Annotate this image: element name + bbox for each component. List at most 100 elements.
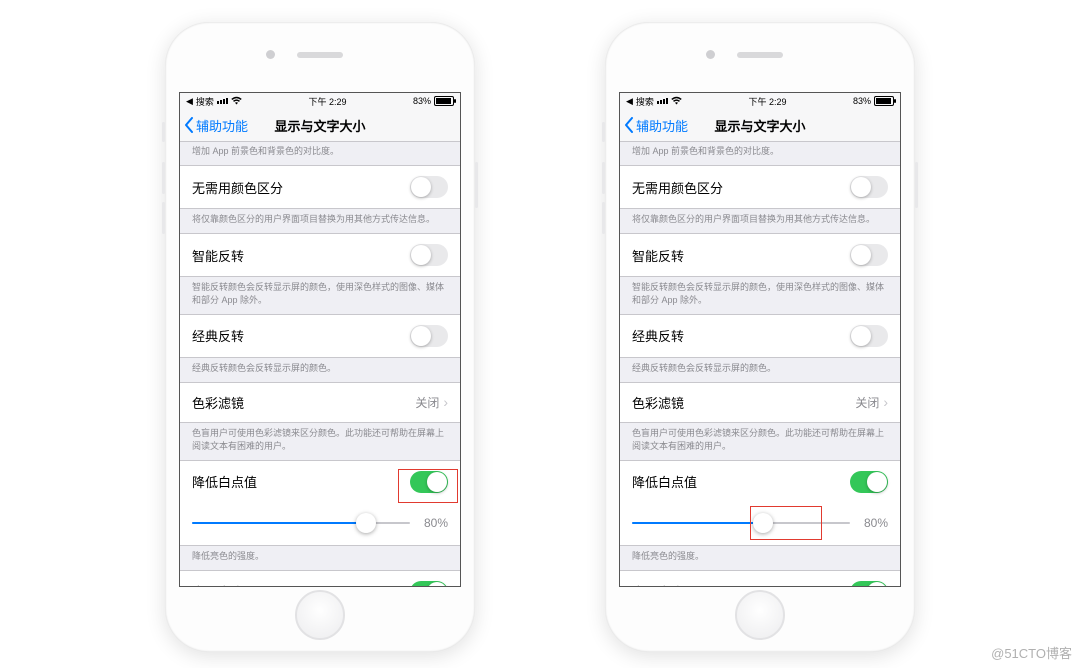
back-to-app-icon: ◀ [186, 96, 193, 107]
footnote-color-filter: 色盲用户可使用色彩滤镜来区分颜色。此功能还可帮助在屏幕上阅读文本有困难的用户。 [620, 423, 900, 460]
toggle-color-diff[interactable] [850, 176, 888, 198]
volume-down [162, 202, 165, 234]
toggle-classic-invert[interactable] [410, 325, 448, 347]
toggle-auto-bright[interactable] [410, 581, 448, 586]
back-to-app-label: 搜索 [196, 95, 214, 108]
row-color-diff[interactable]: 无需用颜色区分 [620, 165, 900, 209]
back-label: 辅助功能 [636, 116, 688, 135]
row-label: 降低白点值 [192, 472, 257, 491]
back-to-app-icon: ◀ [626, 96, 633, 107]
phone-comparison: ◀ 搜索 下午 2:29 83% 辅助功能 显示与文 [0, 0, 1080, 652]
footnote-classic-invert: 经典反转颜色会反转显示屏的颜色。 [180, 358, 460, 383]
wifi-icon [671, 96, 682, 107]
white-point-slider[interactable] [192, 513, 410, 533]
toggle-classic-invert[interactable] [850, 325, 888, 347]
status-bar: ◀ 搜索 下午 2:29 83% [620, 93, 900, 109]
nav-bar: 辅助功能 显示与文字大小 [620, 109, 900, 142]
volume-down [602, 202, 605, 234]
row-label: 经典反转 [632, 326, 684, 345]
row-label: 无需用颜色区分 [632, 178, 723, 197]
white-point-slider-row: 80% [620, 503, 900, 546]
row-label: 色彩滤镜 [632, 393, 684, 412]
status-time: 下午 2:29 [308, 95, 346, 108]
footnote-contrast: 增加 App 前景色和背景色的对比度。 [620, 141, 900, 166]
chevron-right-icon: › [443, 394, 448, 410]
battery-icon [434, 96, 454, 106]
row-value: 关闭 [415, 394, 439, 411]
home-button[interactable] [735, 590, 785, 640]
volume-up [162, 162, 165, 194]
battery-pct: 83% [853, 96, 871, 106]
row-auto-bright[interactable]: 自动亮度调节 [620, 570, 900, 586]
row-smart-invert[interactable]: 智能反转 [620, 233, 900, 277]
toggle-smart-invert[interactable] [850, 244, 888, 266]
wifi-icon [231, 96, 242, 107]
signal-icon [217, 98, 228, 104]
mute-switch [602, 122, 605, 142]
chevron-left-icon [624, 117, 634, 133]
back-button[interactable]: 辅助功能 [180, 116, 248, 135]
row-label: 经典反转 [192, 326, 244, 345]
row-label: 色彩滤镜 [192, 393, 244, 412]
phone-camera [266, 50, 275, 59]
back-label: 辅助功能 [196, 116, 248, 135]
slider-value: 80% [418, 516, 448, 530]
battery-icon [874, 96, 894, 106]
white-point-slider[interactable] [632, 513, 850, 533]
chevron-right-icon: › [883, 394, 888, 410]
power-button [475, 162, 478, 208]
phone-left: ◀ 搜索 下午 2:29 83% 辅助功能 显示与文 [165, 22, 475, 652]
battery-pct: 83% [413, 96, 431, 106]
phone-right: ◀ 搜索 下午 2:29 83% 辅助功能 显示与文 [605, 22, 915, 652]
row-value: 关闭 [855, 394, 879, 411]
status-time: 下午 2:29 [748, 95, 786, 108]
toggle-smart-invert[interactable] [410, 244, 448, 266]
screen-right: ◀ 搜索 下午 2:29 83% 辅助功能 显示与文 [619, 92, 901, 587]
row-label: 智能反转 [632, 246, 684, 265]
power-button [915, 162, 918, 208]
volume-up [602, 162, 605, 194]
settings-content[interactable]: 增加 App 前景色和背景色的对比度。 无需用颜色区分 将仅靠颜色区分的用户界面… [180, 141, 460, 586]
footnote-contrast: 增加 App 前景色和背景色的对比度。 [180, 141, 460, 166]
footnote-classic-invert: 经典反转颜色会反转显示屏的颜色。 [620, 358, 900, 383]
row-classic-invert[interactable]: 经典反转 [180, 314, 460, 358]
row-auto-bright[interactable]: 自动亮度调节 [180, 570, 460, 586]
row-white-point[interactable]: 降低白点值 [180, 460, 460, 503]
signal-icon [657, 98, 668, 104]
footnote-white-point: 降低亮色的强度。 [180, 546, 460, 571]
footnote-color-diff: 将仅靠颜色区分的用户界面项目替换为用其他方式传达信息。 [180, 209, 460, 234]
row-label: 智能反转 [192, 246, 244, 265]
row-classic-invert[interactable]: 经典反转 [620, 314, 900, 358]
home-button[interactable] [295, 590, 345, 640]
phone-speaker [297, 52, 343, 58]
nav-bar: 辅助功能 显示与文字大小 [180, 109, 460, 142]
footnote-smart-invert: 智能反转颜色会反转显示屏的颜色，使用深色样式的图像、媒体和部分 App 除外。 [180, 277, 460, 314]
footnote-white-point: 降低亮色的强度。 [620, 546, 900, 571]
toggle-white-point[interactable] [410, 471, 448, 493]
footnote-color-diff: 将仅靠颜色区分的用户界面项目替换为用其他方式传达信息。 [620, 209, 900, 234]
back-button[interactable]: 辅助功能 [620, 116, 688, 135]
row-color-filter[interactable]: 色彩滤镜 关闭 › [620, 382, 900, 423]
row-color-diff[interactable]: 无需用颜色区分 [180, 165, 460, 209]
row-label: 自动亮度调节 [632, 582, 710, 586]
toggle-white-point[interactable] [850, 471, 888, 493]
row-white-point[interactable]: 降低白点值 [620, 460, 900, 503]
slider-thumb[interactable] [356, 513, 376, 533]
watermark: @51CTO博客 [991, 643, 1072, 662]
footnote-smart-invert: 智能反转颜色会反转显示屏的颜色，使用深色样式的图像、媒体和部分 App 除外。 [620, 277, 900, 314]
white-point-slider-row: 80% [180, 503, 460, 546]
screen-left: ◀ 搜索 下午 2:29 83% 辅助功能 显示与文 [179, 92, 461, 587]
row-smart-invert[interactable]: 智能反转 [180, 233, 460, 277]
phone-speaker [737, 52, 783, 58]
row-color-filter[interactable]: 色彩滤镜 关闭 › [180, 382, 460, 423]
toggle-auto-bright[interactable] [850, 581, 888, 586]
toggle-color-diff[interactable] [410, 176, 448, 198]
row-label: 自动亮度调节 [192, 582, 270, 586]
slider-thumb[interactable] [753, 513, 773, 533]
chevron-left-icon [184, 117, 194, 133]
mute-switch [162, 122, 165, 142]
footnote-color-filter: 色盲用户可使用色彩滤镜来区分颜色。此功能还可帮助在屏幕上阅读文本有困难的用户。 [180, 423, 460, 460]
settings-content[interactable]: 增加 App 前景色和背景色的对比度。 无需用颜色区分 将仅靠颜色区分的用户界面… [620, 141, 900, 586]
row-label: 无需用颜色区分 [192, 178, 283, 197]
row-label: 降低白点值 [632, 472, 697, 491]
